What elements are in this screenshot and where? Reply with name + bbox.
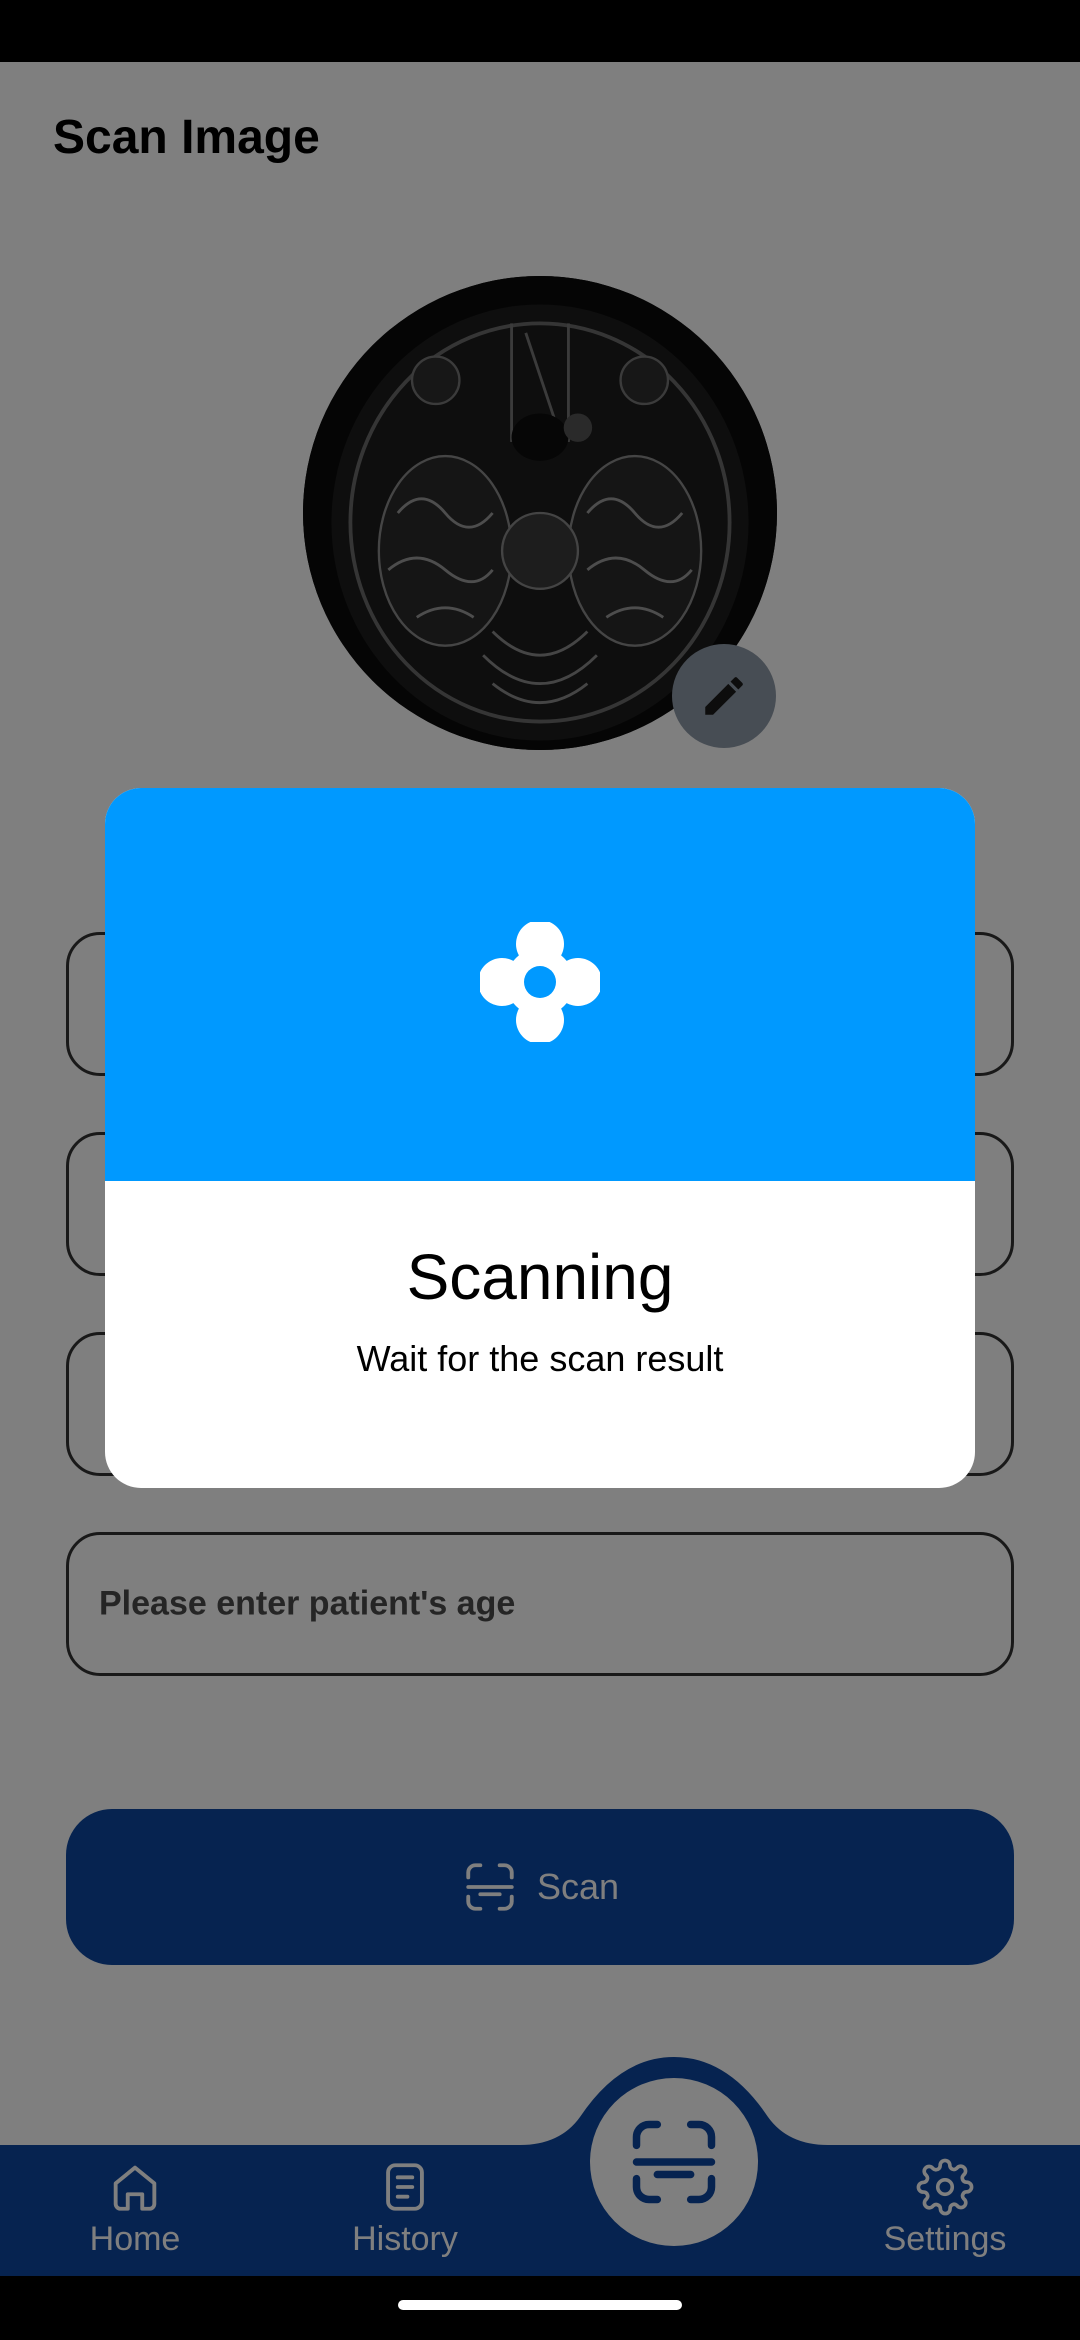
screen: Scan Image Please enter pat	[0, 62, 1080, 2276]
scanning-dialog: Scanning Wait for the scan result	[105, 788, 975, 1488]
dialog-message: Wait for the scan result	[356, 1338, 724, 1379]
home-indicator[interactable]	[398, 2300, 682, 2310]
dialog-title: Scanning	[406, 1241, 674, 1313]
loading-spinner-icon	[480, 922, 600, 1042]
status-bar	[0, 0, 1080, 62]
dialog-header	[105, 788, 975, 1181]
